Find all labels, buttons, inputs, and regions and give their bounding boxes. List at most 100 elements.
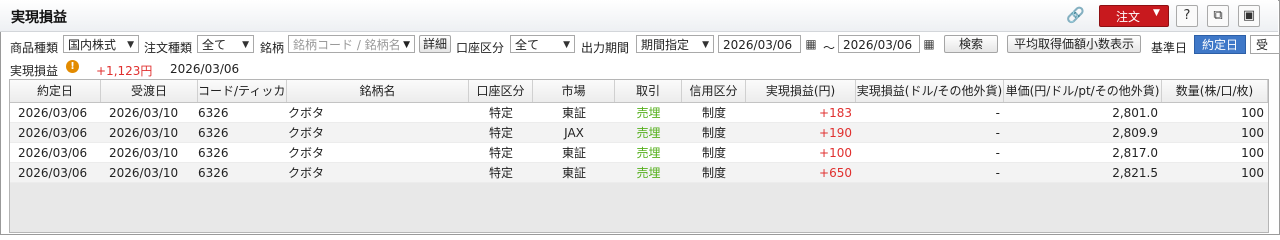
account-cell: 特定 (488, 106, 513, 120)
trade-date-cell: 2026/03/06 (18, 146, 88, 160)
chevron-down-icon: ▼ (127, 40, 134, 50)
search-button[interactable]: 検索 (944, 35, 998, 53)
column-header[interactable]: 実現損益(円) (746, 80, 856, 102)
price-cell: 2,809.9 (1112, 126, 1158, 140)
summary-bar: 実現損益 +1,123円 2026/03/06 (0, 58, 1278, 78)
order-type-value: 全て (202, 38, 227, 52)
avg-decimal-button[interactable]: 平均取得価額小数表示 (1007, 35, 1141, 53)
column-header[interactable]: 信用区分 (682, 80, 746, 102)
table-row[interactable]: 2026/03/06 2026/03/10 6326 クボタ 特定 東証 売埋 … (10, 143, 1268, 163)
period-select[interactable]: 期間指定 ▼ (636, 35, 714, 53)
results-table: 約定日 受渡日 コード/ティッカー 銘柄名 口座区分 市場 取引 信用区分 実現… (9, 79, 1269, 233)
settlement-date-cell: 2026/03/10 (109, 106, 179, 120)
date-from-input[interactable]: 2026/03/06 (718, 35, 801, 53)
product-type-value: 国内株式 (68, 38, 117, 52)
account-cell: 特定 (488, 146, 513, 160)
column-header[interactable]: 市場 (533, 80, 615, 102)
margin-type-cell: 制度 (701, 126, 726, 140)
market-cell: 東証 (561, 166, 586, 180)
maximize-icon[interactable]: ▣ (1238, 5, 1260, 27)
calendar-icon[interactable]: ▦ (803, 36, 819, 52)
title-bar: 実現損益 🔗 注文 ▼ ? ⧉ ▣ (0, 0, 1278, 32)
price-cell: 2,817.0 (1112, 146, 1158, 160)
date-to-input[interactable]: 2026/03/06 (838, 35, 920, 53)
quantity-cell: 100 (1241, 166, 1264, 180)
column-header[interactable]: コード/ティッカー (198, 80, 287, 102)
trade-cell: 売埋 (636, 146, 661, 160)
code-cell: 6326 (198, 166, 229, 180)
account-type-label: 口座区分 (456, 41, 505, 55)
account-cell: 特定 (488, 126, 513, 140)
column-header[interactable]: 口座区分 (469, 80, 533, 102)
range-separator: 〜 (823, 41, 836, 55)
table-header: 約定日 受渡日 コード/ティッカー 銘柄名 口座区分 市場 取引 信用区分 実現… (10, 80, 1268, 103)
summary-date: 2026/03/06 (170, 62, 240, 76)
name-cell: クボタ (288, 146, 325, 160)
code-cell: 6326 (198, 106, 229, 120)
symbol-placeholder: 銘柄コード / 銘柄名 (293, 38, 401, 52)
settlement-date-cell: 2026/03/10 (109, 126, 179, 140)
base-date-trade[interactable]: 約定日 (1194, 35, 1246, 54)
market-cell: 東証 (561, 146, 586, 160)
name-cell: クボタ (288, 126, 325, 140)
quantity-cell: 100 (1241, 126, 1264, 140)
column-header[interactable]: 実現損益(ドル/その他外貨) (856, 80, 1004, 102)
chevron-down-icon: ▼ (563, 40, 570, 50)
chevron-down-icon: ▼ (242, 40, 249, 50)
filter-bar: 商品種類 国内株式 ▼ 注文種類 全て ▼ 銘柄 銘柄コード / 銘柄名 ▼ 詳… (0, 32, 1280, 57)
link-icon[interactable]: 🔗 (1066, 6, 1085, 24)
symbol-label: 銘柄 (260, 41, 285, 55)
chevron-down-icon: ▼ (403, 40, 410, 50)
order-type-select[interactable]: 全て ▼ (197, 35, 254, 53)
window-title: 実現損益 (11, 10, 67, 26)
pl-yen-cell: +183 (819, 106, 852, 120)
help-button[interactable]: ? (1176, 5, 1198, 27)
chevron-down-icon: ▼ (702, 40, 709, 50)
table-row[interactable]: 2026/03/06 2026/03/10 6326 クボタ 特定 東証 売埋 … (10, 103, 1268, 123)
column-header[interactable]: 銘柄名 (287, 80, 469, 102)
date-from-value: 2026/03/06 (723, 38, 793, 52)
column-header[interactable]: 受渡日 (101, 80, 198, 102)
trade-cell: 売埋 (636, 126, 661, 140)
table-row[interactable]: 2026/03/06 2026/03/10 6326 クボタ 特定 東証 売埋 … (10, 163, 1268, 183)
price-cell: 2,801.0 (1112, 106, 1158, 120)
code-cell: 6326 (198, 146, 229, 160)
column-header[interactable]: 数量(株/口/枚) (1162, 80, 1268, 102)
account-cell: 特定 (488, 166, 513, 180)
column-header[interactable]: 単価(円/ドル/pt/その他外貨) (1004, 80, 1162, 102)
base-date-label: 基準日 (1151, 41, 1188, 55)
order-button[interactable]: 注文 ▼ (1099, 5, 1169, 27)
table-row[interactable]: 2026/03/06 2026/03/10 6326 クボタ 特定 JAX 売埋… (10, 123, 1268, 143)
price-cell: 2,821.5 (1112, 166, 1158, 180)
name-cell: クボタ (288, 166, 325, 180)
margin-type-cell: 制度 (701, 166, 726, 180)
product-type-label: 商品種類 (10, 41, 59, 55)
quantity-cell: 100 (1241, 106, 1264, 120)
column-header[interactable]: 約定日 (10, 80, 101, 102)
detail-button[interactable]: 詳細 (419, 35, 451, 53)
settlement-date-cell: 2026/03/10 (109, 166, 179, 180)
summary-value: +1,123円 (96, 64, 153, 78)
market-cell: JAX (564, 126, 584, 140)
trade-date-cell: 2026/03/06 (18, 106, 88, 120)
quantity-cell: 100 (1241, 146, 1264, 160)
pl-foreign-cell: - (995, 146, 1000, 160)
period-label: 出力期間 (581, 41, 630, 55)
base-date-settlement[interactable]: 受 (1250, 35, 1280, 54)
order-button-label: 注文 (1116, 10, 1141, 24)
account-type-select[interactable]: 全て ▼ (510, 35, 575, 53)
chevron-down-icon[interactable]: ▼ (1153, 8, 1160, 18)
code-cell: 6326 (198, 126, 229, 140)
warning-icon[interactable]: ! (66, 60, 79, 73)
market-cell: 東証 (561, 106, 586, 120)
calendar-icon[interactable]: ▦ (921, 36, 937, 52)
product-type-select[interactable]: 国内株式 ▼ (63, 35, 139, 53)
pl-yen-cell: +100 (819, 146, 852, 160)
column-header[interactable]: 取引 (615, 80, 682, 102)
pl-foreign-cell: - (995, 166, 1000, 180)
date-to-value: 2026/03/06 (843, 38, 913, 52)
margin-type-cell: 制度 (701, 106, 726, 120)
new-window-icon[interactable]: ⧉ (1207, 5, 1229, 27)
pl-foreign-cell: - (995, 106, 1000, 120)
symbol-input[interactable]: 銘柄コード / 銘柄名 ▼ (288, 35, 415, 53)
